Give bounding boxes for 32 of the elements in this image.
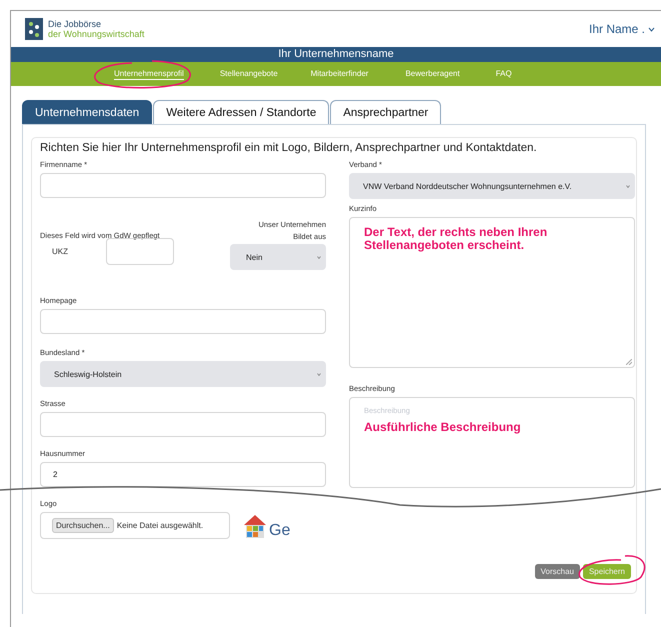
house-logo-icon [242,512,268,538]
browse-button[interactable]: Durchsuchen... [52,518,114,533]
select-field[interactable]: VNW Verband Norddeutscher Wohnungsunternehmen e.V. [349,173,635,199]
tab[interactable]: Ansprechpartner [330,100,442,124]
file-status: Keine Datei ausgewählt. [116,521,204,530]
file-field[interactable]: Durchsuchen... Keine Datei ausgewählt. [40,512,230,539]
resize-grip-icon [626,359,632,365]
logo-text: Die Jobbörse [48,19,102,29]
text-field[interactable]: 2 [40,462,326,487]
caret-icon [317,372,321,376]
preview-button[interactable]: Vorschau [534,564,580,579]
user-menu[interactable]: Ihr Name . [588,22,655,36]
text-field[interactable] [40,412,326,437]
caret-icon [317,256,321,258]
tab[interactable]: Unternehmensdaten [22,100,152,124]
text-area[interactable]: Der Text, der rechts neben Ihren Stellenangeboten erscheint. [349,217,635,368]
text-field[interactable] [40,309,326,334]
ukz-field[interactable] [106,238,174,265]
select-field[interactable]: Nein [230,244,326,270]
tab[interactable]: Weitere Adressen / Standorte [153,100,330,124]
text-field[interactable] [40,173,326,198]
select-field[interactable]: Schleswig-Holstein [40,361,326,387]
company-name-bar: Ihr Unternehmensname [11,47,661,62]
chevron-down-icon [648,26,655,32]
annotation-text: Ausführliche Beschreibung [364,421,522,434]
annotation-text: Der Text, der rechts neben Ihren Stellenangeboten erscheint. [364,226,548,252]
logo-text: Ge [269,522,290,538]
logo-text: der Wohnungswirtschaft [48,29,144,39]
intro-text: Richten Sie hier Ihr Unternehmensprofil ein mit Logo, Bildern, Ansprechpartner und Kontaktdaten. [40,142,538,154]
caret-icon [626,184,630,188]
logo-icon [25,18,43,40]
field-label: UKZ [52,247,68,256]
